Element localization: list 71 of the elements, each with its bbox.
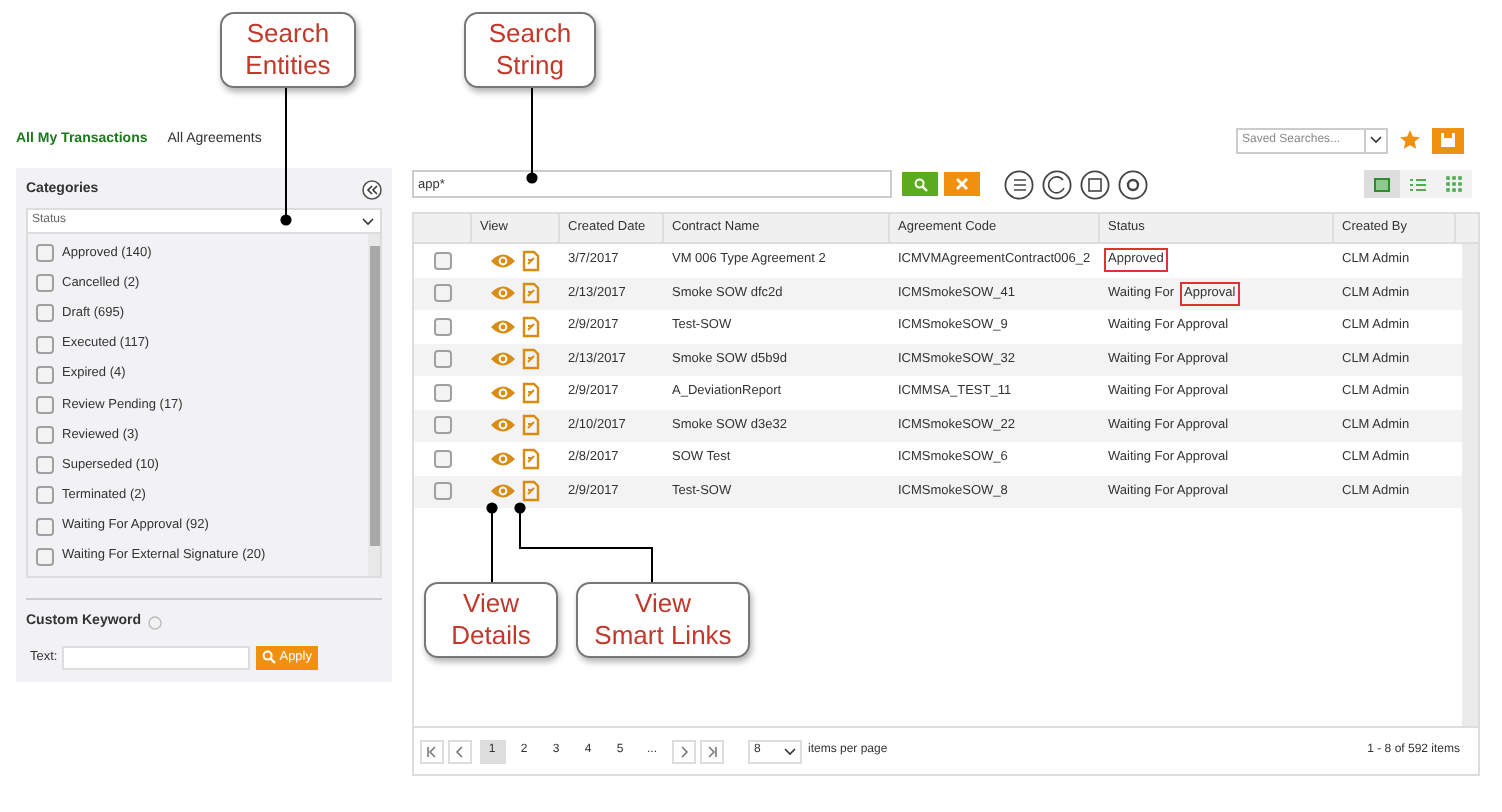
keyword-input[interactable] [61, 645, 250, 669]
checkbox[interactable] [434, 350, 452, 369]
chevron-down-icon [784, 747, 796, 755]
checkbox[interactable] [36, 244, 54, 263]
document-link-icon[interactable] [522, 315, 540, 338]
checkbox[interactable] [36, 395, 54, 414]
checkbox[interactable] [36, 486, 54, 505]
checkbox[interactable] [434, 416, 452, 435]
leader-line [526, 84, 538, 184]
list-view-icon[interactable] [1410, 177, 1426, 191]
checkbox[interactable] [36, 304, 54, 323]
save-button[interactable] [1432, 127, 1464, 153]
eye-icon[interactable] [490, 350, 516, 369]
refresh-icon[interactable] [1042, 169, 1072, 199]
checkbox[interactable] [434, 482, 452, 501]
checkbox[interactable] [36, 365, 54, 384]
checkbox[interactable] [434, 251, 452, 270]
document-link-icon[interactable] [522, 282, 540, 305]
checkbox[interactable] [36, 426, 54, 445]
eye-icon[interactable] [490, 482, 516, 501]
checkbox[interactable] [36, 456, 54, 475]
checkbox[interactable] [434, 449, 452, 468]
clear-button[interactable] [944, 172, 980, 196]
document-link-icon[interactable] [522, 414, 540, 437]
export-icon[interactable] [1080, 169, 1110, 199]
checkbox[interactable] [36, 274, 54, 293]
scrollbar[interactable] [368, 234, 380, 576]
callout-label: View Details [424, 582, 558, 658]
first-page-button[interactable] [420, 739, 444, 763]
settings-icon[interactable] [1118, 169, 1148, 199]
pager-arrow-icon [706, 745, 718, 757]
checkbox[interactable] [434, 317, 452, 336]
leader-line [486, 502, 498, 584]
scrollbar[interactable] [1462, 244, 1478, 726]
checkbox[interactable] [434, 383, 452, 402]
collapse-icon[interactable] [362, 180, 382, 200]
eye-icon[interactable] [490, 317, 516, 336]
leader-line [514, 502, 658, 584]
previous-page-button[interactable] [448, 739, 472, 763]
document-link-icon[interactable] [522, 480, 540, 503]
leader-line [280, 84, 292, 226]
document-link-icon[interactable] [522, 348, 540, 371]
document-link-icon[interactable] [522, 447, 540, 470]
eye-icon[interactable] [490, 416, 516, 435]
grid-view-icon[interactable] [1364, 170, 1400, 198]
checkbox[interactable] [434, 284, 452, 303]
list-icon[interactable] [1004, 169, 1034, 199]
next-page-button[interactable] [672, 739, 696, 763]
search-button[interactable] [902, 172, 938, 196]
checkbox[interactable] [36, 547, 54, 566]
help-icon[interactable] [147, 615, 162, 630]
callout-label: Search String [464, 12, 596, 88]
search-icon [261, 650, 276, 664]
close-icon [956, 178, 968, 190]
eye-icon[interactable] [490, 284, 516, 303]
callout-label: View Smart Links [576, 582, 750, 658]
search-icon [913, 177, 927, 191]
eye-icon[interactable] [490, 383, 516, 402]
eye-icon[interactable] [490, 251, 516, 270]
document-link-icon[interactable] [522, 249, 540, 272]
callout-label: Search Entities [220, 12, 356, 88]
eye-icon[interactable] [490, 449, 516, 468]
last-page-button[interactable] [700, 739, 724, 763]
pager-arrow-icon [426, 745, 438, 757]
tile-view-icon[interactable] [1446, 176, 1462, 192]
chevron-down-icon [362, 217, 374, 225]
checkbox[interactable] [36, 517, 54, 536]
document-link-icon[interactable] [522, 381, 540, 404]
checkbox[interactable] [36, 335, 54, 354]
star-icon[interactable] [1398, 128, 1422, 152]
chevron-down-icon [1370, 136, 1382, 144]
